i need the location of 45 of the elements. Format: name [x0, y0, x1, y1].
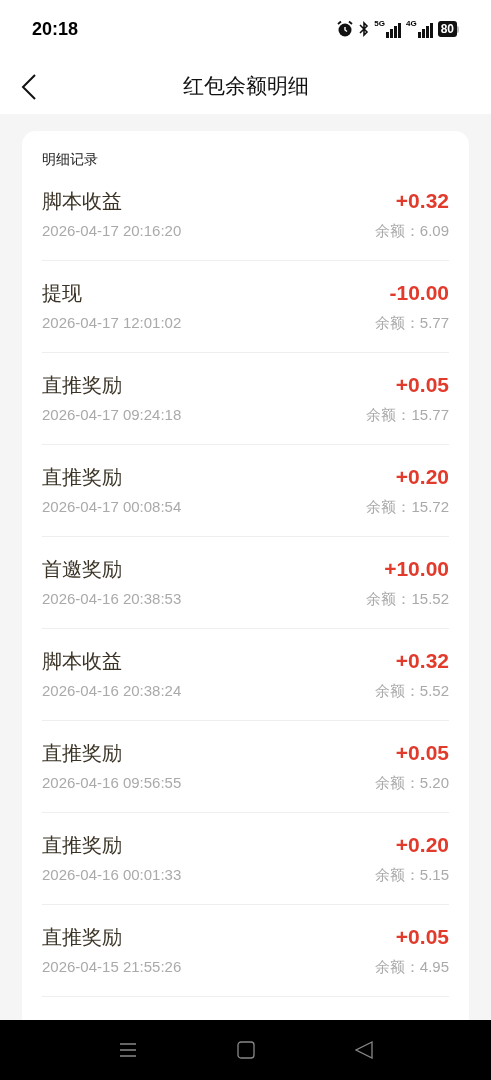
record-title: 脚本收益 [42, 189, 123, 214]
record-balance: 余额：5.20 [374, 773, 449, 793]
record-time: 2026-04-16 20:38:24 [42, 681, 182, 701]
alarm-icon [336, 20, 355, 38]
record-balance: 余额：15.72 [366, 497, 449, 517]
status-time: 20:18 [32, 17, 79, 41]
record-title: 脚本收益 [42, 649, 123, 674]
record-balance: 余额：5.15 [374, 865, 449, 885]
record-title: 直推奖励 [42, 833, 123, 858]
record-time: 2026-04-17 12:01:02 [42, 313, 182, 333]
home-icon[interactable] [236, 1041, 255, 1059]
menu-icon[interactable] [118, 1042, 137, 1058]
record-amount: -10.00 [389, 280, 449, 306]
record-time: 2026-04-16 20:38:53 [42, 589, 182, 609]
battery-icon: 80 [437, 21, 459, 37]
record-amount: +0.32 [395, 648, 449, 674]
record-amount: +0.05 [395, 372, 449, 398]
record-time: 2026-04-17 00:08:54 [42, 497, 182, 517]
record-balance: 余额：6.09 [374, 221, 449, 241]
record-balance: 余额：15.52 [366, 589, 449, 609]
record-time: 2026-04-15 21:55:26 [42, 957, 182, 977]
record-amount: +0.05 [395, 740, 449, 766]
record-time: 2026-04-16 09:56:55 [42, 773, 182, 793]
record-amount: +0.20 [395, 832, 449, 858]
record-amount: +0.05 [395, 924, 449, 950]
record-title: 直推奖励 [42, 373, 123, 398]
record-title: 直推奖励 [42, 741, 123, 766]
record-amount: +0.32 [395, 188, 449, 214]
section-title: 明细记录 [42, 150, 99, 169]
record-title: 提现 [42, 281, 83, 306]
record-balance: 余额：4.95 [374, 957, 449, 977]
bluetooth-icon [359, 21, 370, 37]
back-icon[interactable] [21, 74, 37, 100]
record-title: 首邀奖励 [42, 557, 123, 582]
record-amount: +10.00 [384, 556, 449, 582]
page-title: 红包余额明细 [182, 73, 309, 100]
record-time: 2026-04-16 00:01:33 [42, 865, 182, 885]
record-title: 直推奖励 [42, 925, 123, 950]
record-balance: 余额：5.77 [374, 313, 449, 333]
record-balance: 余额：5.52 [374, 681, 449, 701]
record-title: 直推奖励 [42, 465, 123, 490]
record-time: 2026-04-17 09:24:18 [42, 405, 182, 425]
record-amount: +0.20 [395, 464, 449, 490]
record-balance: 余额：15.77 [366, 405, 449, 425]
record-time: 2026-04-17 20:16:20 [42, 221, 182, 241]
